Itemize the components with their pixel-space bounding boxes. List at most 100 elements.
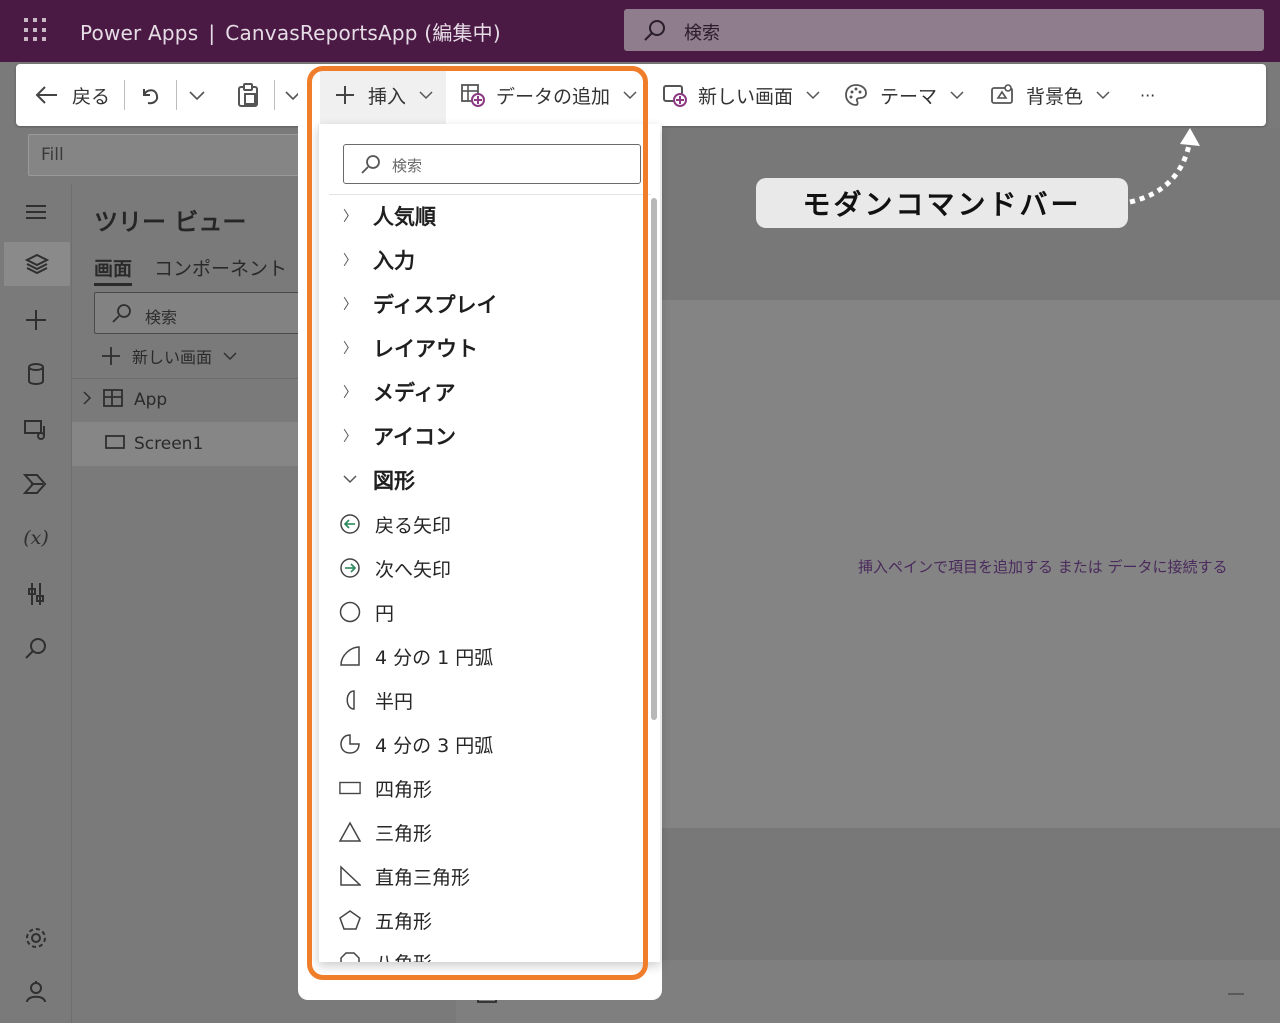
octagon-icon (339, 951, 361, 962)
shape-pentagon[interactable]: 五角形 (339, 900, 432, 940)
half-circle-icon (339, 689, 361, 711)
undo-icon (143, 89, 159, 105)
shape-quarter-arc[interactable]: 4 分の 1 円弧 (339, 636, 493, 676)
shape-circle[interactable]: 円 (339, 592, 394, 632)
shape-label: 円 (375, 602, 395, 625)
canvas-empty-message[interactable]: 挿入ペインで項目を追加する または データに接続する (858, 556, 1228, 577)
chevron-right-icon: 〉 (343, 429, 357, 445)
insert-menu: 検索 〉人気順 〉入力 〉ディスプレイ 〉レイアウト 〉メディア 〉アイコン 図… (318, 124, 660, 962)
category-label: メディア (373, 381, 456, 405)
new-screen-button[interactable]: 新しい画面 (100, 344, 238, 368)
search-icon (361, 155, 380, 174)
category-popular[interactable]: 〉人気順 (343, 196, 436, 236)
category-icons[interactable]: 〉アイコン (343, 416, 456, 456)
database-icon (28, 363, 44, 385)
media-rail-button[interactable] (14, 408, 58, 452)
waffle-icon[interactable] (24, 18, 48, 42)
new-screen-command[interactable]: 新しい画面 (662, 64, 821, 126)
insert-button[interactable]: 挿入 (334, 64, 434, 126)
rectangle-icon (339, 777, 361, 799)
app-title: Power Apps | CanvasReportsApp (編集中) (80, 17, 501, 46)
chevron-right-icon: 〉 (343, 341, 357, 357)
shape-octagon[interactable]: 八角形 (339, 942, 432, 962)
triangle-icon (339, 821, 361, 843)
canvas-footer-area (660, 828, 1280, 960)
property-selector[interactable]: Fill (28, 134, 308, 176)
global-search-input[interactable]: 検索 (624, 9, 1264, 51)
app-name: Power Apps (80, 21, 199, 45)
category-media[interactable]: 〉メディア (343, 372, 456, 412)
shape-label: 戻る矢印 (375, 514, 452, 537)
tree-node-label: App (134, 390, 168, 410)
chevron-right-icon: 〉 (343, 253, 357, 269)
palette-icon (845, 84, 867, 106)
chevron-right-icon: 〉 (343, 385, 357, 401)
more-commands-button[interactable]: ··· (1140, 64, 1155, 126)
background-color-command[interactable]: 背景色 (990, 64, 1111, 126)
advanced-tools-rail-button[interactable] (14, 572, 58, 616)
shape-half-circle[interactable]: 半円 (339, 680, 413, 720)
layers-icon (25, 253, 49, 275)
three-quarter-arc-icon (339, 733, 361, 755)
left-rail: (x) (0, 184, 72, 1023)
tree-search-input[interactable]: 検索 (94, 292, 324, 334)
category-display[interactable]: 〉ディスプレイ (343, 284, 498, 324)
insert-search-placeholder: 検索 (392, 157, 423, 175)
tab-components[interactable]: コンポーネント (154, 254, 287, 281)
undo-button[interactable] (138, 64, 162, 126)
shape-back-arrow[interactable]: 戻る矢印 (339, 504, 451, 544)
category-label: 図形 (373, 469, 415, 493)
theme-command[interactable]: テーマ (844, 64, 965, 126)
tree-node-screen1[interactable]: Screen1 (72, 422, 318, 466)
insert-rail-button[interactable] (14, 298, 58, 342)
insert-menu-scrollbar[interactable] (651, 198, 657, 720)
gear-icon (26, 928, 46, 948)
power-automate-rail-button[interactable] (14, 462, 58, 506)
tree-node-label: Screen1 (134, 434, 204, 454)
hamburger-menu-button[interactable] (14, 190, 58, 234)
chevron-right-icon: 〉 (343, 209, 357, 225)
chevron-down-icon (806, 91, 820, 100)
category-input[interactable]: 〉入力 (343, 240, 415, 280)
theme-command-label: テーマ (880, 85, 938, 108)
back-button[interactable]: 戻る (34, 64, 110, 126)
shape-right-triangle[interactable]: 直角三角形 (339, 856, 470, 896)
shape-next-arrow[interactable]: 次へ矢印 (339, 548, 451, 588)
add-data-label: データの追加 (496, 85, 611, 108)
tree-node-app[interactable]: App (72, 378, 318, 422)
background-color-label: 背景色 (1026, 85, 1084, 108)
background-color-icon (991, 84, 1013, 104)
shape-label: 次へ矢印 (375, 558, 452, 581)
shape-label: 直角三角形 (375, 866, 471, 889)
zoom-out-button[interactable] (1228, 993, 1244, 995)
shape-rectangle[interactable]: 四角形 (339, 768, 432, 808)
virtual-agent-rail-button[interactable] (14, 970, 58, 1014)
clipboard-icon (238, 83, 258, 107)
category-label: 入力 (373, 249, 415, 273)
chevron-right-icon: 〉 (343, 297, 357, 313)
settings-rail-button[interactable] (14, 916, 58, 960)
tree-view-button[interactable] (4, 242, 70, 286)
tab-screens[interactable]: 画面 (94, 254, 133, 286)
paste-button[interactable] (236, 64, 260, 126)
data-rail-button[interactable] (14, 352, 58, 396)
chevron-down-icon (419, 91, 433, 100)
shape-three-quarter-arc[interactable]: 4 分の 3 円弧 (339, 724, 493, 764)
search-rail-button[interactable] (14, 626, 58, 670)
bot-icon (26, 981, 46, 1003)
search-icon (112, 304, 131, 323)
variables-rail-button[interactable]: (x) (14, 516, 58, 560)
undo-dropdown-button[interactable] (188, 64, 206, 126)
tree-search-placeholder: 検索 (145, 308, 178, 327)
chevron-down-icon (623, 91, 637, 100)
chevron-down-icon (1096, 91, 1110, 100)
global-search-placeholder: 検索 (684, 23, 720, 44)
add-data-button[interactable]: データの追加 (460, 64, 638, 126)
back-label: 戻る (72, 85, 111, 108)
insert-search-input[interactable]: 検索 (343, 144, 641, 184)
search-icon (642, 18, 668, 48)
shape-triangle[interactable]: 三角形 (339, 812, 432, 852)
category-layout[interactable]: 〉レイアウト (343, 328, 478, 368)
category-shapes[interactable]: 図形 (343, 460, 415, 500)
variables-icon: (x) (23, 527, 49, 549)
